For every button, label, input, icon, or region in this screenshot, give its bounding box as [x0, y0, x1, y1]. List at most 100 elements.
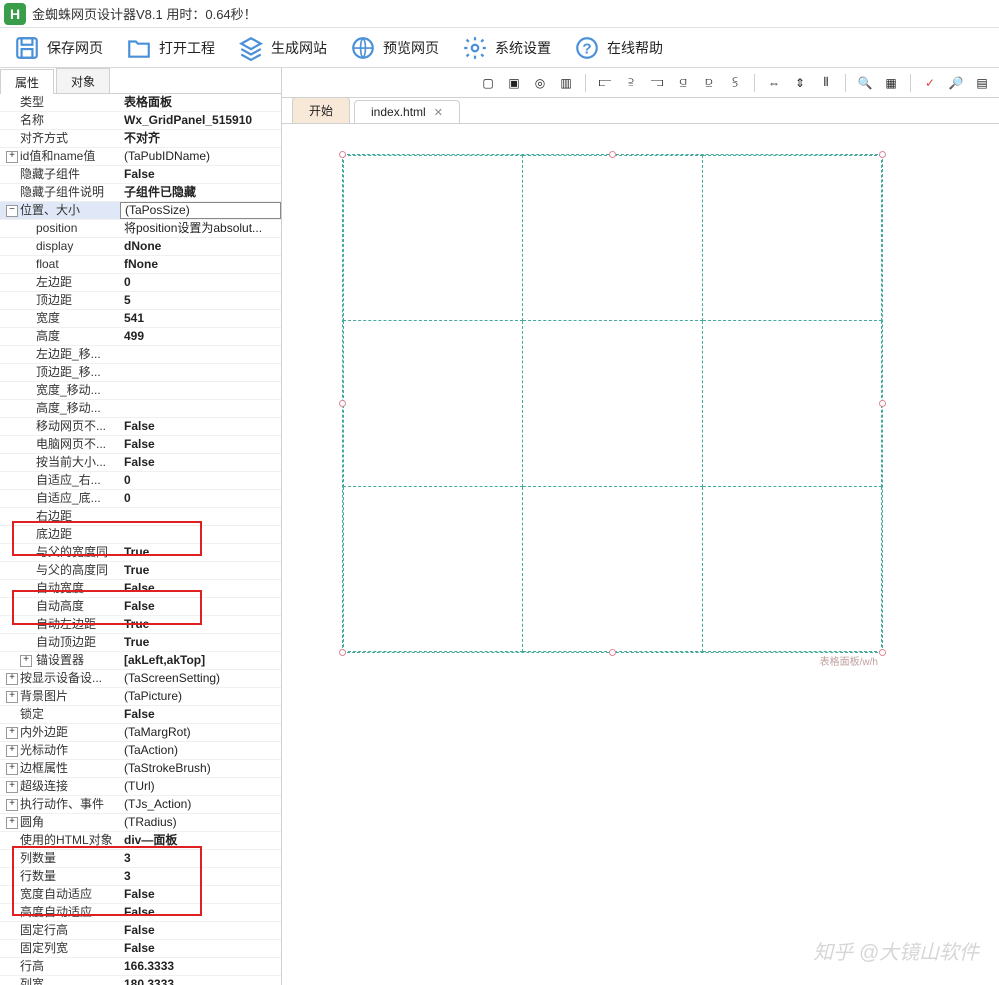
property-value[interactable]: Wx_GridPanel_515910 — [120, 112, 281, 129]
property-value[interactable] — [120, 400, 281, 417]
zoom-icon[interactable]: 🔍 — [854, 72, 876, 94]
property-value[interactable]: 表格面板 — [120, 94, 281, 111]
property-value[interactable]: True — [120, 544, 281, 561]
property-row[interactable]: 位置、大小(TaPosSize) — [0, 202, 281, 220]
property-row[interactable]: 高度自动适应False — [0, 904, 281, 922]
align-center-icon[interactable]: ⫆ — [620, 72, 642, 94]
property-row[interactable]: 固定列宽False — [0, 940, 281, 958]
property-value[interactable]: 499 — [120, 328, 281, 345]
property-value[interactable]: False — [120, 940, 281, 957]
resize-handle[interactable] — [339, 400, 346, 407]
property-value[interactable]: 3 — [120, 868, 281, 885]
distribute-icon[interactable]: ⫴ — [815, 72, 837, 94]
property-row[interactable]: 宽度自动适应False — [0, 886, 281, 904]
property-row[interactable]: 与父的宽度同True — [0, 544, 281, 562]
resize-handle[interactable] — [879, 400, 886, 407]
property-value[interactable]: 0 — [120, 274, 281, 291]
property-row[interactable]: 高度_移动... — [0, 400, 281, 418]
property-row[interactable]: 锚设置器[akLeft,akTop] — [0, 652, 281, 670]
help-button[interactable]: ? 在线帮助 — [564, 31, 672, 65]
property-value[interactable]: False — [120, 706, 281, 723]
property-value[interactable]: (TaScreenSetting) — [120, 670, 281, 687]
property-row[interactable]: 列数量3 — [0, 850, 281, 868]
property-row[interactable]: 圆角(TRadius) — [0, 814, 281, 832]
property-row[interactable]: id值和name值(TaPubIDName) — [0, 148, 281, 166]
tab-properties[interactable]: 属性 — [0, 69, 54, 94]
property-value[interactable]: (TaPicture) — [120, 688, 281, 705]
property-row[interactable]: 使用的HTML对象div—面板 — [0, 832, 281, 850]
property-value[interactable]: False — [120, 598, 281, 615]
property-value[interactable]: True — [120, 616, 281, 633]
align-middle-icon[interactable]: ⫒ — [698, 72, 720, 94]
property-row[interactable]: 对齐方式不对齐 — [0, 130, 281, 148]
tab-file[interactable]: index.html ✕ — [354, 100, 460, 123]
property-value[interactable]: 子组件已隐藏 — [120, 184, 281, 201]
resize-handle[interactable] — [339, 649, 346, 656]
property-value[interactable]: 将position设置为absolut... — [120, 220, 281, 237]
property-value[interactable]: (TaStrokeBrush) — [120, 760, 281, 777]
property-row[interactable]: 隐藏子组件False — [0, 166, 281, 184]
resize-handle[interactable] — [609, 151, 616, 158]
generate-button[interactable]: 生成网站 — [228, 31, 336, 65]
settings-button[interactable]: 系统设置 — [452, 31, 560, 65]
property-value[interactable]: 0 — [120, 490, 281, 507]
property-row[interactable]: 背景图片(TaPicture) — [0, 688, 281, 706]
property-value[interactable]: 166.3333 — [120, 958, 281, 975]
property-value[interactable]: False — [120, 922, 281, 939]
property-value[interactable]: False — [120, 904, 281, 921]
property-row[interactable]: 左边距0 — [0, 274, 281, 292]
property-value[interactable]: True — [120, 562, 281, 579]
property-row[interactable]: 列宽180.3333 — [0, 976, 281, 985]
tab-start[interactable]: 开始 — [292, 97, 350, 123]
open-button[interactable]: 打开工程 — [116, 31, 224, 65]
resize-handle[interactable] — [609, 649, 616, 656]
close-icon[interactable]: ✕ — [434, 106, 443, 119]
tool-icon[interactable]: ▣ — [503, 72, 525, 94]
property-row[interactable]: 内外边距(TaMargRot) — [0, 724, 281, 742]
property-value[interactable]: 541 — [120, 310, 281, 327]
property-value[interactable]: dNone — [120, 238, 281, 255]
property-value[interactable]: fNone — [120, 256, 281, 273]
property-row[interactable]: 锁定False — [0, 706, 281, 724]
property-row[interactable]: 底边距 — [0, 526, 281, 544]
property-value[interactable]: (TaPosSize) — [120, 202, 281, 219]
property-value[interactable]: False — [120, 886, 281, 903]
grid-panel-component[interactable]: 表格面板/w/h — [342, 154, 883, 653]
property-value[interactable]: (TaMargRot) — [120, 724, 281, 741]
property-row[interactable]: position将position设置为absolut... — [0, 220, 281, 238]
property-row[interactable]: 自动左边距True — [0, 616, 281, 634]
property-row[interactable]: 自适应_底...0 — [0, 490, 281, 508]
property-value[interactable]: True — [120, 634, 281, 651]
property-value[interactable]: (TRadius) — [120, 814, 281, 831]
property-grid[interactable]: 类型表格面板名称Wx_GridPanel_515910对齐方式不对齐id值和na… — [0, 94, 281, 985]
property-row[interactable]: floatfNone — [0, 256, 281, 274]
property-value[interactable]: div—面板 — [120, 832, 281, 849]
property-value[interactable]: 0 — [120, 472, 281, 489]
align-right-icon[interactable]: ⫎ — [646, 72, 668, 94]
property-row[interactable]: 隐藏子组件说明子组件已隐藏 — [0, 184, 281, 202]
property-value[interactable]: (TaPubIDName) — [120, 148, 281, 165]
preview-button[interactable]: 预览网页 — [340, 31, 448, 65]
property-row[interactable]: 自动顶边距True — [0, 634, 281, 652]
property-row[interactable]: 自适应_右...0 — [0, 472, 281, 490]
property-value[interactable]: [akLeft,akTop] — [120, 652, 281, 669]
check-icon[interactable]: ✓ — [919, 72, 941, 94]
property-row[interactable]: 右边距 — [0, 508, 281, 526]
property-value[interactable] — [120, 526, 281, 543]
property-value[interactable] — [120, 382, 281, 399]
property-value[interactable]: False — [120, 418, 281, 435]
property-row[interactable]: 自动宽度False — [0, 580, 281, 598]
property-value[interactable]: (TaAction) — [120, 742, 281, 759]
property-value[interactable]: False — [120, 166, 281, 183]
property-value[interactable]: 3 — [120, 850, 281, 867]
property-row[interactable]: 类型表格面板 — [0, 94, 281, 112]
property-value[interactable]: 180.3333 — [120, 976, 281, 985]
distribute-icon[interactable]: ⇔ — [763, 72, 785, 94]
save-button[interactable]: 保存网页 — [4, 31, 112, 65]
property-row[interactable]: 边框属性(TaStrokeBrush) — [0, 760, 281, 778]
resize-handle[interactable] — [879, 649, 886, 656]
property-row[interactable]: displaydNone — [0, 238, 281, 256]
property-row[interactable]: 行高166.3333 — [0, 958, 281, 976]
search-icon[interactable]: 🔎 — [945, 72, 967, 94]
tool-icon[interactable]: ▤ — [971, 72, 993, 94]
